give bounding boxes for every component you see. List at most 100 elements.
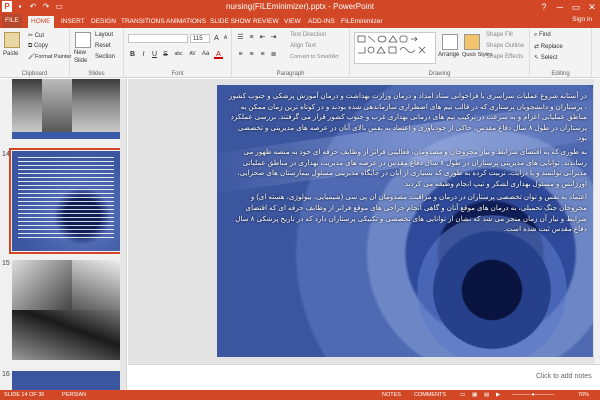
- quick-styles-icon[interactable]: [464, 34, 480, 50]
- shapes-gallery-icon: [357, 35, 426, 54]
- tab-review[interactable]: REVIEW: [250, 16, 282, 28]
- center-icon[interactable]: ≡: [247, 50, 256, 59]
- copy-button[interactable]: ⧉ Copy: [28, 43, 48, 50]
- font-group: 115 A A B I U S abc AV Aa A Font: [124, 28, 232, 78]
- editor-scrollbar[interactable]: [593, 79, 600, 364]
- underline-button[interactable]: U: [150, 50, 159, 59]
- slide-number-15: 15: [2, 260, 10, 267]
- font-size-box[interactable]: 115: [190, 34, 210, 43]
- arrange-icon[interactable]: [442, 34, 458, 50]
- layout-button[interactable]: Layout: [95, 32, 113, 38]
- tab-fileminimizer[interactable]: FILEminimizer: [338, 16, 386, 28]
- justify-icon[interactable]: ≣: [269, 50, 278, 59]
- find-button[interactable]: ⌕ Find: [534, 32, 551, 39]
- notes-placeholder: Click to add notes: [536, 373, 592, 380]
- tab-slide-show[interactable]: SLIDE SHOW: [207, 16, 254, 28]
- notes-toggle[interactable]: NOTES: [382, 390, 401, 400]
- scissors-icon: ✂: [28, 33, 35, 39]
- tab-file[interactable]: FILE: [2, 14, 22, 28]
- drawing-group-label: Drawing: [428, 71, 451, 77]
- align-right-icon[interactable]: ≡: [258, 50, 267, 59]
- select-button[interactable]: ↖ Select: [534, 54, 557, 61]
- thumbnail-text-lines: [18, 157, 114, 241]
- tab-transitions[interactable]: TRANSITIONS: [118, 16, 168, 28]
- reading-view-icon[interactable]: ▤: [484, 390, 489, 400]
- language-indicator[interactable]: PERSIAN: [62, 390, 86, 400]
- shape-effects-button[interactable]: Shape Effects: [486, 54, 523, 60]
- cut-button[interactable]: ✂ Cut: [28, 32, 44, 39]
- italic-button[interactable]: I: [139, 50, 148, 59]
- replace-icon: ⇄: [534, 44, 541, 50]
- editing-group-label: Editing: [551, 71, 570, 77]
- font-color-button[interactable]: A: [214, 50, 223, 59]
- char-spacing-button[interactable]: AV: [187, 50, 198, 59]
- zoom-level[interactable]: 70%: [578, 390, 589, 400]
- tab-design[interactable]: DESIGN: [88, 16, 119, 28]
- convert-smartart-button[interactable]: Convert to SmartArt: [290, 54, 339, 60]
- paste-button[interactable]: Paste: [3, 51, 18, 57]
- paragraph-group-label: Paragraph: [276, 71, 305, 77]
- window-title: nursing(FILEminimizer).pptx - PowerPoint: [225, 2, 375, 11]
- slides-group-label: Slides: [88, 71, 105, 77]
- shrink-font-button[interactable]: A: [221, 34, 230, 43]
- restore-button[interactable]: ▭: [568, 0, 584, 14]
- slide-paragraph-3: اعتماد به نفس و توان تخصصی پرستاران در د…: [235, 192, 587, 234]
- slide-thumbnail-14[interactable]: [9, 148, 123, 254]
- align-text-button[interactable]: Align Text: [290, 43, 316, 49]
- tab-home[interactable]: HOME: [28, 16, 54, 28]
- strikethrough-button[interactable]: S: [161, 50, 170, 59]
- shapes-gallery[interactable]: [354, 32, 436, 64]
- grow-font-button[interactable]: A: [212, 34, 221, 43]
- shape-outline-button[interactable]: Shape Outline: [486, 43, 524, 49]
- shape-fill-button[interactable]: Shape Fill: [486, 32, 513, 38]
- slide-body-text[interactable]: در آستانه شروع عملیات سراسری با فراخوانی…: [227, 91, 587, 238]
- paste-icon[interactable]: [4, 32, 20, 48]
- tab-view[interactable]: VIEW: [281, 16, 304, 28]
- slide-number-16: 16: [2, 371, 10, 378]
- replace-button[interactable]: ⇄ Replace: [534, 43, 563, 50]
- bold-button[interactable]: B: [128, 50, 137, 59]
- new-slide-label: Slide: [74, 58, 88, 64]
- shadow-button[interactable]: abc: [172, 50, 185, 59]
- minimize-button[interactable]: ─: [552, 0, 568, 14]
- font-name-box[interactable]: [128, 34, 188, 43]
- numbering-icon[interactable]: ≡: [247, 33, 256, 42]
- zoom-slider[interactable]: ─────●─────: [512, 390, 554, 400]
- sign-in-link[interactable]: Sign in: [572, 16, 592, 23]
- change-case-button[interactable]: Aa: [200, 50, 211, 59]
- format-painter-button[interactable]: 🖌Format Painter: [28, 54, 71, 60]
- tab-add-ins[interactable]: ADD-INS: [305, 16, 338, 28]
- editing-group: ⌕ Find ⇄ Replace ↖ Select Editing: [530, 28, 592, 78]
- font-group-label: Font: [171, 71, 184, 77]
- text-direction-button[interactable]: Text Direction: [290, 32, 326, 38]
- close-button[interactable]: ✕: [584, 0, 600, 14]
- slide-thumbnail-15[interactable]: [12, 260, 120, 360]
- tab-insert[interactable]: INSERT: [58, 16, 88, 28]
- slideshow-icon[interactable]: ▶: [496, 390, 500, 400]
- arrange-button[interactable]: Arrange: [438, 52, 459, 58]
- comments-toggle[interactable]: COMMENTS: [414, 390, 446, 400]
- slide-paragraph-1: در آستانه شروع عملیات سراسری با فراخوانی…: [229, 91, 587, 143]
- slides-group: New Slide Layout Reset Section Slides: [70, 28, 124, 78]
- slide-canvas[interactable]: در آستانه شروع عملیات سراسری با فراخوانی…: [217, 85, 597, 357]
- photo-nurse: [72, 260, 120, 310]
- slide-thumbnail-16[interactable]: [12, 371, 120, 390]
- bullets-icon[interactable]: ☰: [236, 33, 245, 42]
- notes-pane[interactable]: Click to add notes: [128, 364, 600, 390]
- align-left-icon[interactable]: ≡: [236, 50, 245, 59]
- decrease-indent-icon[interactable]: ⇤: [258, 33, 267, 42]
- new-slide-button[interactable]: New: [74, 50, 86, 56]
- section-button[interactable]: Section: [95, 54, 115, 60]
- photo-wounded: [12, 260, 72, 310]
- new-slide-icon[interactable]: [75, 32, 91, 48]
- reset-button[interactable]: Reset: [95, 43, 111, 49]
- slide-sorter-icon[interactable]: ▦: [472, 390, 477, 400]
- thumbnail-scrollbar[interactable]: [120, 79, 126, 390]
- slide-thumbnail-13[interactable]: [12, 79, 120, 139]
- photo-figure: [42, 79, 72, 134]
- normal-view-icon[interactable]: ▭: [460, 390, 465, 400]
- help-icon[interactable]: ?: [536, 0, 552, 14]
- increase-indent-icon[interactable]: ⇥: [269, 33, 278, 42]
- tab-animations[interactable]: ANIMATIONS: [163, 16, 209, 28]
- photo-care: [12, 310, 120, 360]
